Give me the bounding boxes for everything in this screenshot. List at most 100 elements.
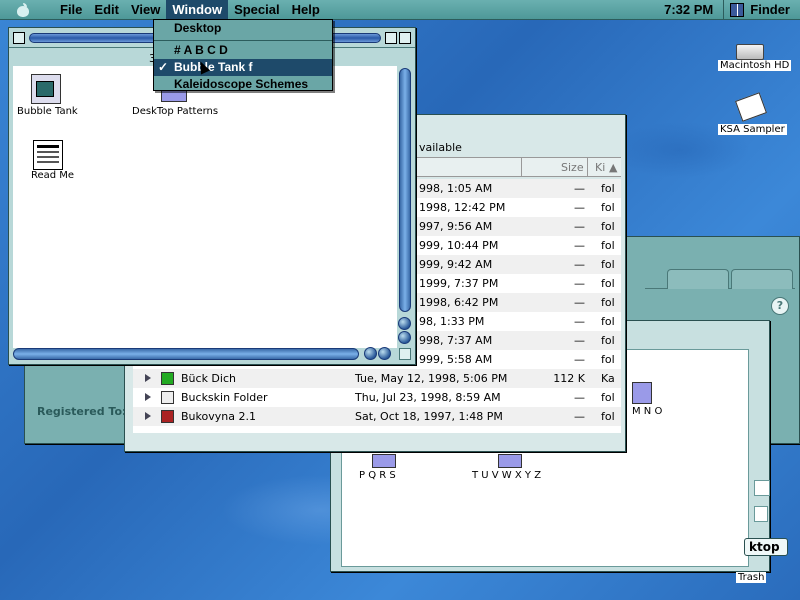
row-date: 98, 1:33 PM	[419, 315, 485, 328]
size-column-header[interactable]: Size	[561, 161, 584, 174]
hard-drive-label[interactable]: Macintosh HD	[718, 60, 792, 71]
disclosure-triangle-icon[interactable]	[145, 393, 151, 401]
row-size: —	[574, 182, 585, 195]
help-button[interactable]: ?	[771, 297, 789, 315]
row-kind: fol	[601, 182, 615, 195]
tab[interactable]	[731, 269, 793, 289]
row-kind: fol	[601, 220, 615, 233]
menu-item-bubble-tank[interactable]: ✓ Bubble Tank f	[154, 59, 332, 76]
icon-label[interactable]: Bubble Tank	[17, 106, 78, 117]
row-date: Sat, Oct 18, 1997, 1:48 PM	[355, 410, 503, 423]
close-box[interactable]	[13, 32, 25, 44]
trash-label[interactable]: Trash	[736, 572, 767, 583]
menu-item-desktop[interactable]: Desktop	[154, 20, 332, 37]
sort-direction-icon[interactable]: ▲	[609, 161, 617, 174]
row-date: 1999, 7:37 PM	[419, 277, 499, 290]
folder-label[interactable]: M N O	[632, 406, 662, 417]
menu-bar: File Edit View Window Special Help 7:32 …	[0, 0, 800, 20]
desktop-button[interactable]: ktop	[744, 538, 788, 556]
menu-view[interactable]: View	[125, 0, 166, 20]
zoom-box[interactable]	[385, 32, 397, 44]
menu-item-abcd[interactable]: # A B C D	[154, 42, 332, 59]
row-kind: fol	[601, 391, 615, 404]
folder-label[interactable]: T U V W X Y Z	[472, 470, 541, 481]
row-size: —	[574, 220, 585, 233]
window-menu-dropdown: Desktop # A B C D ✓ Bubble Tank f Kaleid…	[153, 19, 333, 91]
row-kind: fol	[601, 277, 615, 290]
row-size: —	[574, 410, 585, 423]
disclosure-triangle-icon[interactable]	[145, 374, 151, 382]
row-kind: fol	[601, 239, 615, 252]
row-date: Tue, May 12, 1998, 5:06 PM	[355, 372, 508, 385]
menubar-clock[interactable]: 7:32 PM	[654, 2, 723, 17]
row-size: —	[574, 315, 585, 328]
field-box[interactable]	[754, 480, 770, 496]
file-icon	[161, 410, 174, 423]
row-date: 999, 10:44 PM	[419, 239, 499, 252]
row-size: —	[574, 353, 585, 366]
registered-to-label: Registered To:	[37, 405, 127, 418]
menu-item-kaleidoscope-schemes[interactable]: Kaleidoscope Schemes	[154, 76, 332, 93]
finder-icon	[730, 2, 745, 17]
row-date: 997, 9:56 AM	[419, 220, 493, 233]
row-date: 1998, 12:42 PM	[419, 201, 506, 214]
row-date: 998, 7:37 AM	[419, 334, 493, 347]
collapse-box[interactable]	[399, 32, 411, 44]
row-date: 998, 1:05 AM	[419, 182, 493, 195]
folder-icon[interactable]	[372, 454, 396, 468]
scroll-left-arrow[interactable]	[364, 347, 377, 360]
vertical-scrollbar[interactable]	[399, 68, 411, 312]
horizontal-scrollbar[interactable]	[13, 348, 359, 360]
row-kind: fol	[601, 410, 615, 423]
app-icon[interactable]	[31, 74, 61, 104]
kind-column-header[interactable]: Ki	[595, 161, 605, 174]
file-icon	[161, 372, 174, 385]
row-size: —	[574, 201, 585, 214]
application-menu[interactable]: Finder	[724, 2, 800, 17]
folder-icon[interactable]	[498, 454, 522, 468]
resize-handle[interactable]	[399, 348, 411, 360]
popup-arrow[interactable]	[754, 506, 768, 522]
row-size: —	[574, 258, 585, 271]
row-size: —	[574, 239, 585, 252]
icon-label[interactable]: DeskTop Patterns	[132, 106, 218, 117]
row-kind: Ka	[601, 372, 615, 385]
table-row[interactable]: Buckskin Folder Thu, Jul 23, 1998, 8:59 A…	[133, 388, 621, 407]
menu-window[interactable]: Window	[166, 0, 229, 20]
table-row[interactable]: Bück Dich Tue, May 12, 1998, 5:06 PM 112 K…	[133, 369, 621, 388]
folder-icon[interactable]	[632, 382, 652, 404]
row-kind: fol	[601, 353, 615, 366]
row-date: 999, 5:58 AM	[419, 353, 493, 366]
row-size: —	[574, 391, 585, 404]
scroll-right-arrow[interactable]	[378, 347, 391, 360]
icon-view-area: Bubble Tank DeskTop Patterns Read Me	[13, 66, 397, 348]
row-size: —	[574, 334, 585, 347]
table-row[interactable]: Bukovyna 2.1 Sat, Oct 18, 1997, 1:48 PM — f…	[133, 407, 621, 426]
folder-label[interactable]: P Q R S	[359, 470, 396, 481]
tab-row	[645, 267, 795, 289]
menu-file[interactable]: File	[54, 0, 88, 20]
icon-label[interactable]: Read Me	[31, 170, 74, 181]
items-available-text: vailable	[419, 141, 462, 154]
row-size: 112 K	[553, 372, 585, 385]
menu-separator	[154, 37, 332, 41]
menu-special[interactable]: Special	[228, 0, 286, 20]
disk-label[interactable]: KSA Sampler	[718, 124, 787, 135]
tab[interactable]	[667, 269, 729, 289]
scroll-up-arrow[interactable]	[398, 317, 411, 330]
row-kind: fol	[601, 258, 615, 271]
scroll-down-arrow[interactable]	[398, 331, 411, 344]
row-date: 1998, 6:42 PM	[419, 296, 499, 309]
row-kind: fol	[601, 201, 615, 214]
row-date: Thu, Jul 23, 1998, 8:59 AM	[355, 391, 501, 404]
row-size: —	[574, 277, 585, 290]
row-name: Buckskin Folder	[181, 391, 268, 404]
checkmark-icon: ✓	[158, 60, 169, 74]
file-icon	[161, 391, 174, 404]
hard-drive-icon[interactable]	[736, 44, 764, 60]
menu-edit[interactable]: Edit	[88, 0, 125, 20]
apple-menu-icon[interactable]	[16, 2, 30, 17]
document-icon[interactable]	[33, 140, 63, 170]
disclosure-triangle-icon[interactable]	[145, 412, 151, 420]
menu-help[interactable]: Help	[286, 0, 326, 20]
